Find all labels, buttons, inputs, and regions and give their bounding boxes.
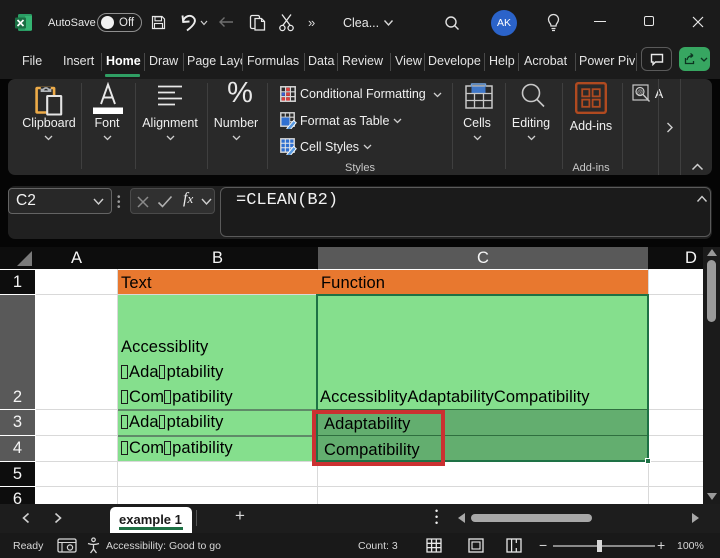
svg-text:@: @: [637, 90, 643, 96]
